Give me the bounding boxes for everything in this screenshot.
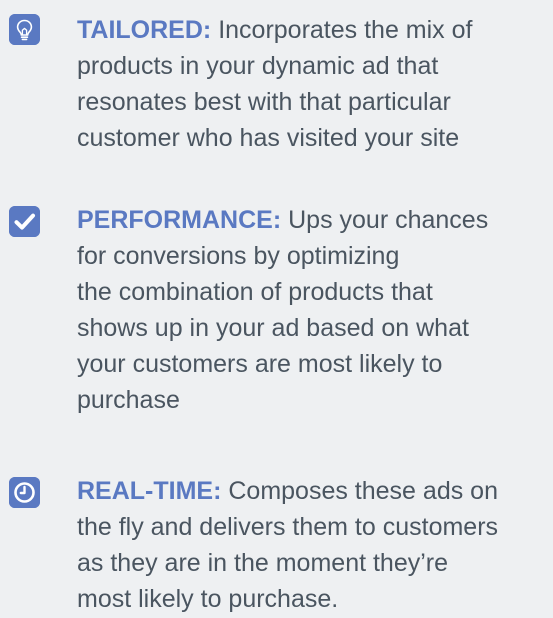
feature-line: for conversions by optimizing (77, 242, 400, 270)
feature-line: resonates best with that particular (77, 88, 451, 116)
feature-line: shows up in your ad based on what (77, 314, 469, 342)
feature-line: products in your dynamic ad that (77, 52, 439, 80)
checkmark-icon (9, 206, 40, 237)
feature-label: REAL-TIME: (77, 477, 222, 505)
feature-performance: PERFORMANCE: Ups your chances for conver… (0, 202, 553, 432)
lightbulb-icon (9, 14, 40, 45)
feature-line: customer who has visited your site (77, 124, 460, 152)
feature-line: most likely to purchase. (77, 585, 339, 613)
feature-description: REAL-TIME: Composes these ads on the fly… (77, 473, 547, 617)
feature-line: as they are in the moment they’re (77, 549, 449, 577)
feature-list: TAILORED: Incorporates the mix of produc… (0, 0, 553, 618)
feature-line: Incorporates the mix of (211, 16, 473, 44)
feature-description: PERFORMANCE: Ups your chances for conver… (77, 202, 547, 418)
feature-line: purchase (77, 386, 180, 414)
feature-line: the combination of products that (77, 278, 433, 306)
feature-real-time: REAL-TIME: Composes these ads on the fly… (0, 473, 553, 618)
feature-tailored: TAILORED: Incorporates the mix of produc… (0, 12, 553, 162)
feature-label: PERFORMANCE: (77, 206, 282, 234)
feature-label: TAILORED: (77, 16, 212, 44)
feature-line: Ups your chances (281, 206, 489, 234)
feature-description: TAILORED: Incorporates the mix of produc… (77, 12, 547, 156)
feature-line: your customers are most likely to (77, 350, 443, 378)
feature-line: Composes these ads on (221, 477, 498, 505)
feature-line: the fly and delivers them to customers (77, 513, 499, 541)
clock-icon (9, 477, 40, 508)
